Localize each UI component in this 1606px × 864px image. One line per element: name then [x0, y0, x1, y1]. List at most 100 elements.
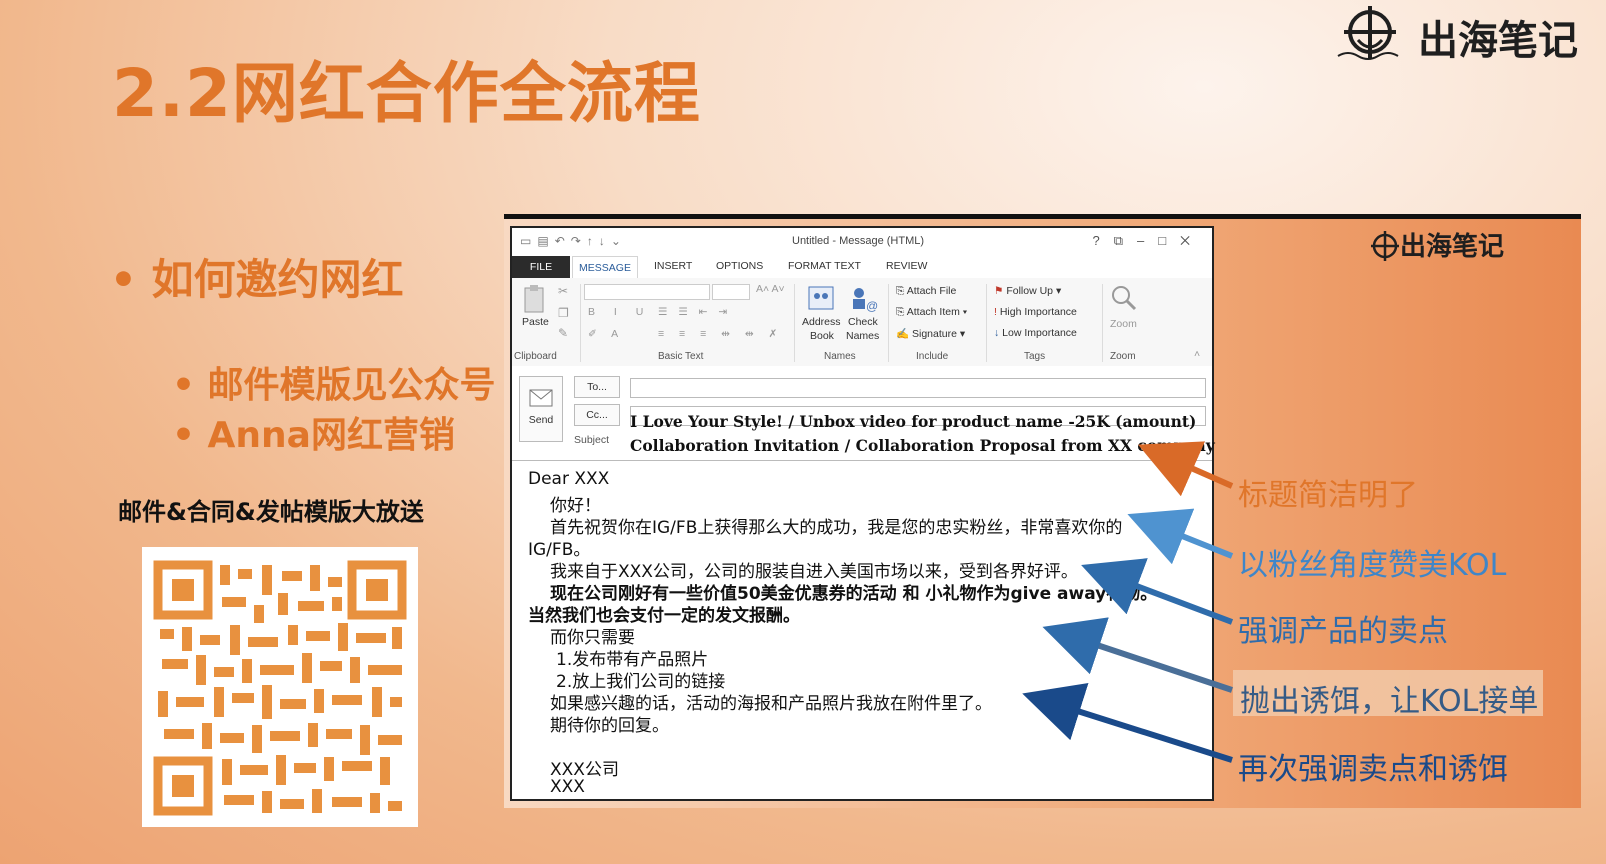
callout-fan-perspective: 以粉丝角度赞美KOL: [1238, 548, 1507, 583]
highlight-font-color-icons[interactable]: ✐ A: [588, 328, 624, 340]
maximize-button[interactable]: □: [1158, 233, 1180, 248]
compose-header: Send To... Cc... Subject I Love Your Sty…: [512, 366, 1215, 458]
ribbon-separator: [580, 284, 581, 362]
clipboard-group-label: Clipboard: [514, 351, 557, 362]
bold-italic-underline[interactable]: B I U: [588, 306, 651, 318]
attach-file-button[interactable]: ⎘ Attach File: [896, 285, 956, 298]
paste-button-label[interactable]: Paste: [522, 316, 549, 328]
ribbon-tabs: FILE MESSAGE INSERT OPTIONS FORMAT TEXT …: [512, 256, 1212, 279]
include-group-label: Include: [916, 351, 949, 362]
zoom-button-label[interactable]: Zoom: [1110, 318, 1137, 330]
zoom-group-label: Zoom: [1110, 351, 1136, 362]
tab-options[interactable]: OPTIONS: [716, 260, 763, 272]
grow-font-icon[interactable]: A˄ A˅: [756, 283, 785, 295]
check-names-label-1[interactable]: Check: [848, 316, 878, 328]
giveaway-caption: 邮件&合同&发帖模版大放送: [118, 498, 424, 526]
redo-icon[interactable]: ↷: [571, 234, 587, 248]
anchor-wheel-icon: [1337, 6, 1399, 60]
body-compliment: 首先祝贺你在IG/FB上获得那么大的成功，我是您的忠实粉丝，非常喜欢你的: [550, 518, 1123, 538]
save-icon[interactable]: ▤: [537, 234, 554, 248]
tab-format-text[interactable]: FORMAT TEXT: [788, 260, 861, 272]
subject-field[interactable]: I Love Your Style! / Unbox video for pro…: [630, 410, 1215, 458]
window-title: Untitled - Message (HTML): [792, 235, 925, 247]
body-greeting: Dear XXX: [528, 469, 610, 489]
subject-label: Subject: [574, 434, 610, 446]
bullet-email-template: • 邮件模版见公众号: [172, 365, 496, 406]
cc-button[interactable]: Cc...: [574, 404, 620, 426]
address-book-label-1[interactable]: Address: [802, 316, 841, 328]
ribbon-separator: [794, 284, 795, 362]
send-label: Send: [528, 414, 554, 426]
address-book-label-2[interactable]: Book: [810, 330, 834, 342]
basic-text-group-label: Basic Text: [658, 351, 704, 362]
ribbon-separator: [888, 284, 889, 362]
panel-anchor-wheel-icon: [1371, 231, 1399, 261]
tab-review[interactable]: REVIEW: [886, 260, 927, 272]
qr-code[interactable]: [142, 547, 418, 827]
ribbon: Paste ✂ ❐ ✎ Clipboard A˄ A˅ B I U ☰ ☰ ⇤ …: [512, 278, 1212, 367]
paperclip-icon: ⎘: [896, 285, 907, 297]
address-book-icon[interactable]: [806, 284, 836, 312]
cut-icon[interactable]: ✂: [558, 284, 568, 298]
customize-icon[interactable]: ⌄: [611, 234, 627, 248]
high-importance-button[interactable]: ! High Importance: [994, 306, 1077, 318]
bullet-invite-kol: • 如何邀约网红: [110, 255, 404, 304]
tab-message[interactable]: MESSAGE: [572, 256, 638, 279]
send-envelope-icon: [529, 389, 553, 407]
window-controls: ?⧉–□✕: [1092, 233, 1204, 249]
follow-up-label: Follow Up: [1006, 285, 1054, 297]
to-button[interactable]: To...: [574, 376, 620, 398]
zoom-icon[interactable]: [1110, 284, 1138, 312]
outlook-message-window: ▭▤↶↷↑↓⌄ Untitled - Message (HTML) ?⧉–□✕ …: [510, 226, 1215, 802]
flag-icon: ⚑: [994, 285, 1007, 297]
attach-item-button[interactable]: ⎘ Attach Item ▾: [896, 306, 967, 319]
subject-line-1: I Love Your Style! / Unbox video for pro…: [630, 412, 1197, 431]
panel-top-border: [504, 214, 1581, 219]
undo-icon[interactable]: ↶: [555, 234, 571, 248]
paste-icon[interactable]: [522, 284, 548, 314]
high-importance-label: High Importance: [999, 306, 1077, 318]
low-importance-button[interactable]: ↓ Low Importance: [994, 327, 1077, 339]
signature-label: Signature: [912, 328, 957, 340]
minimize-button[interactable]: –: [1137, 233, 1158, 248]
quick-access-toolbar: ▭▤↶↷↑↓⌄: [520, 234, 627, 248]
arrow-down-icon[interactable]: ↓: [599, 234, 611, 248]
send-button[interactable]: Send: [519, 376, 563, 442]
check-names-label-2[interactable]: Names: [846, 330, 879, 342]
follow-up-button[interactable]: ⚑ Follow Up ▾: [994, 285, 1061, 297]
names-group-label: Names: [824, 351, 856, 362]
body-closing: 期待你的回复。: [550, 716, 669, 736]
callout-selling-point: 强调产品的卖点: [1238, 614, 1448, 649]
align-icons[interactable]: ≡ ≡ ≡ ⇹ ⇹ ✗: [658, 328, 783, 340]
to-field[interactable]: [630, 378, 1206, 398]
low-importance-icon: ↓: [994, 327, 1003, 339]
close-button[interactable]: ✕: [1180, 233, 1204, 248]
ribbon-display-button[interactable]: ⧉: [1114, 233, 1137, 248]
title-bar: ▭▤↶↷↑↓⌄ Untitled - Message (HTML) ?⧉–□✕: [512, 228, 1212, 256]
panel-brand-logo-text: 出海笔记: [1400, 232, 1505, 262]
help-button[interactable]: ?: [1092, 233, 1113, 248]
qr-code-image: [152, 559, 408, 817]
body-signature-name: XXX: [550, 777, 585, 797]
format-painter-icon[interactable]: ✎: [558, 326, 568, 340]
bullet-anna-marketing: • Anna网红营销: [172, 415, 455, 456]
brand-logo-text: 出海笔记: [1418, 17, 1578, 64]
collapse-ribbon-icon[interactable]: ˄: [1194, 348, 1200, 360]
tab-file[interactable]: FILE: [512, 256, 570, 278]
arrow-up-icon[interactable]: ↑: [587, 234, 599, 248]
low-importance-label: Low Importance: [1002, 327, 1077, 339]
ribbon-separator: [1102, 284, 1103, 362]
tab-insert[interactable]: INSERT: [654, 260, 692, 272]
callout-bait: 抛出诱饵，让KOL接单: [1240, 684, 1539, 719]
signature-button[interactable]: ✍ Signature ▾: [896, 327, 965, 340]
list-icons[interactable]: ☰ ☰ ⇤ ⇥: [658, 306, 731, 318]
tags-group-label: Tags: [1024, 351, 1046, 362]
font-size-combo[interactable]: [712, 284, 750, 300]
check-names-icon[interactable]: @: [848, 284, 878, 312]
ribbon-separator: [986, 284, 987, 362]
copy-icon[interactable]: ❐: [558, 306, 569, 320]
font-name-combo[interactable]: [584, 284, 710, 300]
svg-text:@: @: [866, 299, 878, 312]
message-body[interactable]: Dear XXX 你好！ 首先祝贺你在IG/FB上获得那么大的成功，我是您的忠实…: [512, 460, 1212, 802]
attach-item-label: Attach Item: [906, 306, 960, 318]
